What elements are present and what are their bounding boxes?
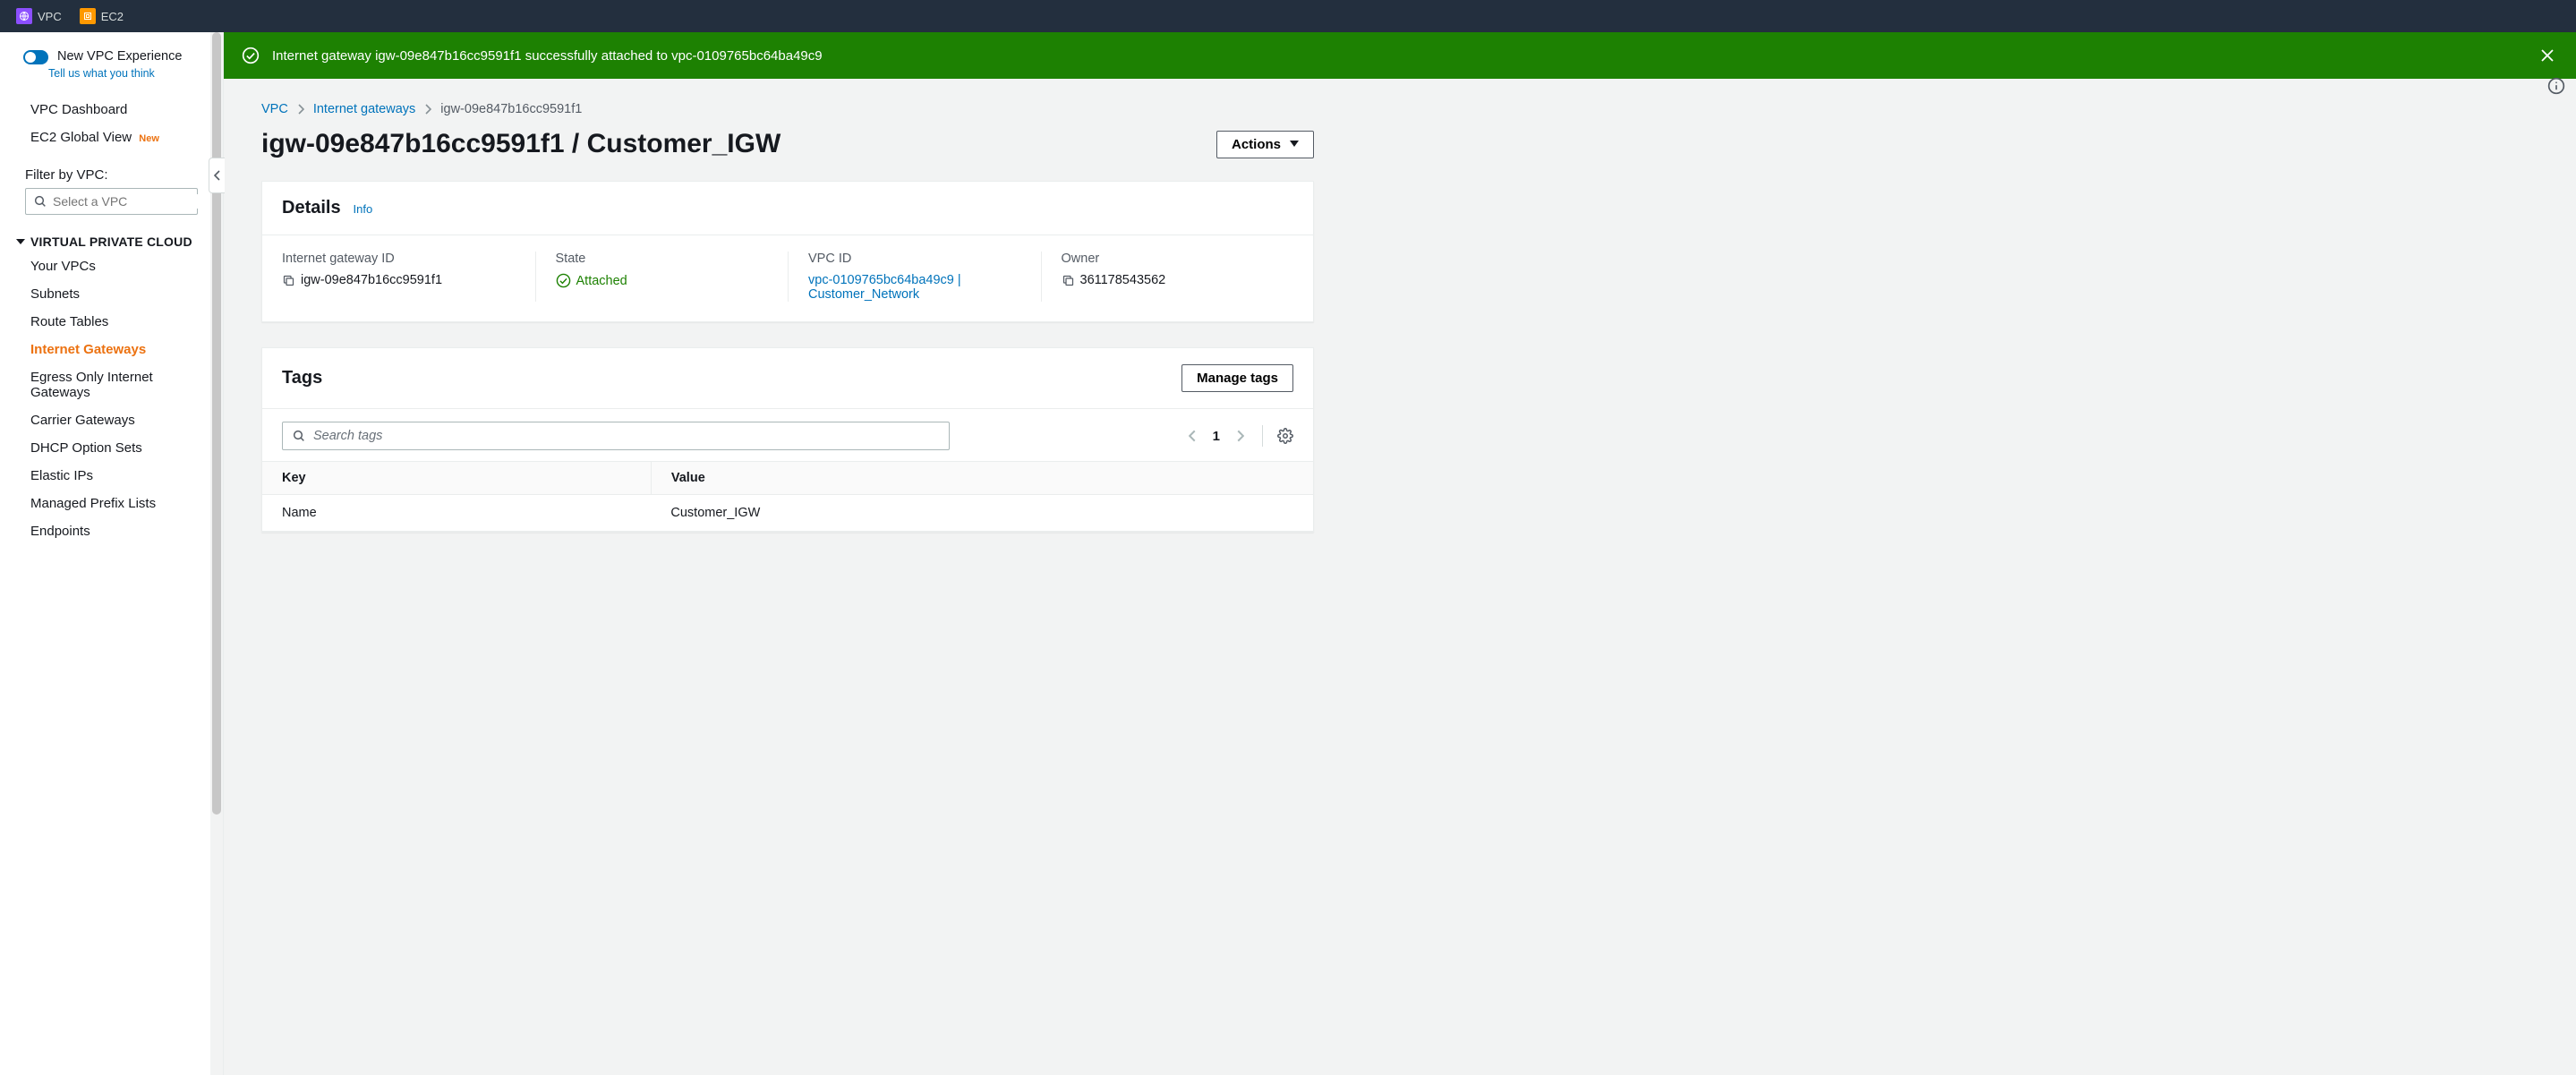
service-bar: VPC EC2 [0, 0, 2576, 32]
service-tab-ec2[interactable]: EC2 [73, 4, 131, 28]
chevron-left-icon [1189, 430, 1197, 442]
sidebar-item-your-vpcs[interactable]: Your VPCs [0, 252, 223, 280]
page-number: 1 [1213, 429, 1220, 444]
sidebar-item-egress-only-igw[interactable]: Egress Only Internet Gateways [0, 363, 223, 406]
success-check-icon [242, 47, 260, 64]
main-content: Internet gateway igw-09e847b16cc9591f1 s… [224, 32, 2576, 1075]
gear-icon [1277, 428, 1293, 444]
breadcrumb: VPC Internet gateways igw-09e847b16cc959… [261, 102, 1314, 116]
filter-vpc-select[interactable] [25, 188, 198, 215]
copy-igw-id-button[interactable] [282, 274, 295, 287]
success-flash: Internet gateway igw-09e847b16cc9591f1 s… [224, 32, 2576, 79]
tag-key-cell: Name [262, 495, 651, 532]
tag-value-cell: Customer_IGW [651, 495, 1313, 532]
manage-tags-button[interactable]: Manage tags [1181, 364, 1293, 392]
caret-down-icon [16, 237, 25, 246]
page-title: igw-09e847b16cc9591f1 / Customer_IGW [261, 129, 780, 159]
state-label: State [556, 252, 769, 266]
status-attached-icon [556, 273, 571, 288]
chevron-right-icon [297, 104, 304, 115]
experience-title: New VPC Experience [57, 48, 182, 65]
breadcrumb-vpc[interactable]: VPC [261, 102, 288, 116]
pagination: 1 [1185, 425, 1293, 447]
vpc-service-icon [16, 8, 32, 24]
sidebar-item-elastic-ips[interactable]: Elastic IPs [0, 462, 223, 490]
owner-label: Owner [1062, 252, 1275, 266]
service-tab-label: VPC [38, 10, 62, 23]
search-icon [292, 429, 306, 443]
table-settings-button[interactable] [1277, 428, 1293, 444]
chevron-left-icon [214, 170, 221, 181]
sidebar-item-dhcp-option-sets[interactable]: DHCP Option Sets [0, 434, 223, 462]
info-panel-toggle[interactable] [2547, 77, 2565, 95]
page-next-button[interactable] [1233, 426, 1248, 446]
tags-col-value[interactable]: Value [651, 462, 1313, 495]
copy-owner-button[interactable] [1062, 274, 1075, 287]
tags-title: Tags [282, 368, 322, 388]
igw-id-value: igw-09e847b16cc9591f1 [301, 273, 442, 287]
search-tags-field[interactable] [282, 422, 950, 450]
caret-down-icon [1290, 141, 1299, 148]
state-value: Attached [576, 274, 627, 288]
sidebar-link-label: VPC Dashboard [30, 102, 127, 117]
tags-table: Key Value Name Customer_IGW [262, 461, 1313, 532]
feedback-link[interactable]: Tell us what you think [48, 67, 223, 80]
breadcrumb-internet-gateways[interactable]: Internet gateways [313, 102, 415, 116]
tags-col-key[interactable]: Key [262, 462, 651, 495]
vpc-id-link[interactable]: vpc-0109765bc64ba49c9 | Customer_Network [808, 273, 1021, 302]
sidebar: New VPC Experience Tell us what you thin… [0, 32, 224, 1075]
tags-panel: Tags Manage tags 1 [261, 347, 1314, 533]
copy-icon [1062, 274, 1075, 287]
ec2-service-icon [80, 8, 96, 24]
chevron-right-icon [1236, 430, 1244, 442]
sidebar-link-label: EC2 Global View [30, 130, 132, 145]
vpc-id-label: VPC ID [808, 252, 1021, 266]
sidebar-item-internet-gateways[interactable]: Internet Gateways [0, 336, 223, 363]
new-experience-toggle[interactable] [23, 50, 48, 64]
owner-value: 361178543562 [1080, 273, 1166, 287]
sidebar-item-endpoints[interactable]: Endpoints [0, 517, 223, 545]
flash-close-button[interactable] [2537, 45, 2558, 66]
search-icon [33, 194, 47, 209]
new-badge: New [139, 133, 159, 144]
sidebar-collapse-toggle[interactable] [209, 158, 225, 193]
filter-by-vpc-label: Filter by VPC: [0, 158, 223, 188]
info-icon [2547, 77, 2565, 95]
table-row[interactable]: Name Customer_IGW [262, 495, 1313, 532]
close-icon [2540, 48, 2555, 63]
details-panel: Details Info Internet gateway ID igw- [261, 181, 1314, 322]
flash-message: Internet gateway igw-09e847b16cc9591f1 s… [272, 48, 2524, 64]
breadcrumb-current: igw-09e847b16cc9591f1 [440, 102, 582, 116]
chevron-right-icon [424, 104, 431, 115]
page-prev-button[interactable] [1185, 426, 1200, 446]
sidebar-group-title: VIRTUAL PRIVATE CLOUD [30, 235, 192, 249]
sidebar-group-vpc[interactable]: VIRTUAL PRIVATE CLOUD [0, 226, 223, 252]
search-tags-input[interactable] [313, 429, 940, 443]
sidebar-link-vpc-dashboard[interactable]: VPC Dashboard [0, 96, 223, 124]
divider [1262, 425, 1263, 447]
sidebar-item-route-tables[interactable]: Route Tables [0, 308, 223, 336]
details-title: Details [282, 198, 341, 218]
service-tab-vpc[interactable]: VPC [9, 4, 69, 28]
sidebar-item-managed-prefix-lists[interactable]: Managed Prefix Lists [0, 490, 223, 517]
actions-label: Actions [1232, 137, 1281, 152]
sidebar-item-carrier-gateways[interactable]: Carrier Gateways [0, 406, 223, 434]
actions-button[interactable]: Actions [1216, 131, 1314, 158]
scrollbar-thumb[interactable] [212, 32, 221, 815]
sidebar-link-ec2-global-view[interactable]: EC2 Global View New [0, 124, 223, 151]
igw-id-label: Internet gateway ID [282, 252, 516, 266]
sidebar-item-subnets[interactable]: Subnets [0, 280, 223, 308]
details-info-link[interactable]: Info [353, 202, 372, 216]
service-tab-label: EC2 [101, 10, 124, 23]
filter-vpc-input[interactable] [53, 194, 215, 209]
copy-icon [282, 274, 295, 287]
